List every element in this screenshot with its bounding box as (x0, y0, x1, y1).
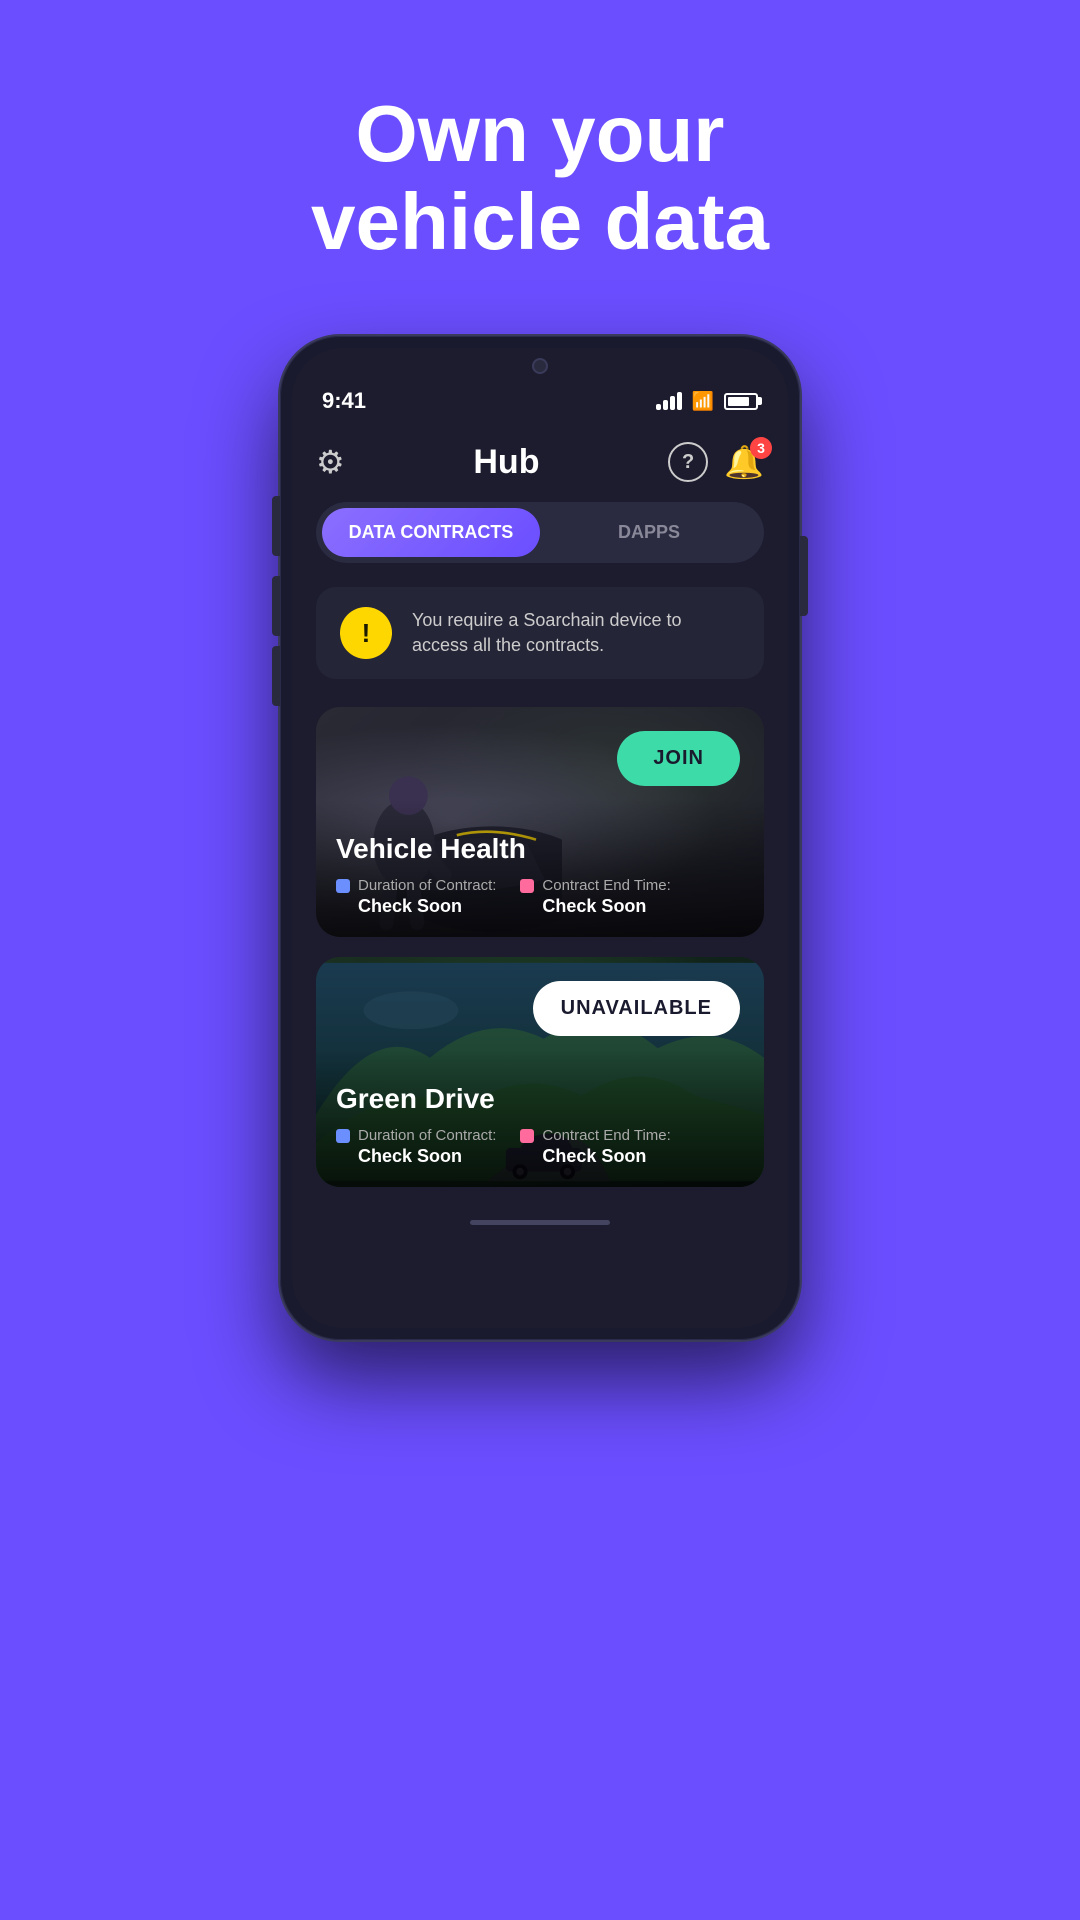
tabs-container: DATA CONTRACTS DAPPS (316, 502, 764, 563)
phone-notch (292, 348, 788, 384)
hero-title: Own your vehicle data (231, 90, 849, 266)
contract-card-vehicle-health: JOIN Vehicle Health Duration of Contract… (316, 707, 764, 937)
card-info-gd: Green Drive Duration of Contract: Check … (316, 1067, 764, 1187)
duration-item: Duration of Contract: Check Soon (336, 877, 496, 917)
contract-card-green-drive: UNAVAILABLE Green Drive Duration of Cont… (316, 957, 764, 1187)
duration-dot (336, 879, 350, 893)
join-button[interactable]: JOIN (617, 731, 740, 786)
wifi-icon: 📶 (692, 391, 714, 412)
status-time: 9:41 (322, 388, 366, 414)
status-icons: 📶 (656, 391, 758, 412)
battery-icon (724, 393, 758, 410)
duration-value: Check Soon (336, 896, 496, 917)
end-time-label-gd: Contract End Time: (542, 1127, 670, 1144)
phone-screen: 9:41 📶 ⚙ Hub (292, 348, 788, 1328)
duration-value-gd: Check Soon (336, 1146, 496, 1167)
home-indicator (292, 1207, 788, 1237)
end-time-item-gd: Contract End Time: Check Soon (520, 1127, 670, 1167)
settings-icon[interactable]: ⚙ (316, 443, 345, 481)
header-right: ? 🔔 3 (668, 442, 764, 482)
warning-banner: ! You require a Soarchain device to acce… (316, 587, 764, 679)
signal-icon (656, 392, 682, 410)
card-meta-gd: Duration of Contract: Check Soon Contrac… (336, 1127, 744, 1167)
app-title: Hub (473, 443, 539, 482)
help-icon[interactable]: ? (668, 442, 708, 482)
phone-mockup: 9:41 📶 ⚙ Hub (280, 336, 800, 1340)
end-time-item: Contract End Time: Check Soon (520, 877, 670, 917)
end-time-dot-gd (520, 1129, 534, 1143)
tab-dapps[interactable]: DAPPS (540, 508, 758, 557)
camera-hole (532, 358, 548, 374)
warning-icon: ! (340, 607, 392, 659)
card-meta: Duration of Contract: Check Soon Contrac… (336, 877, 744, 917)
card-info: Vehicle Health Duration of Contract: Che… (316, 817, 764, 937)
notification-badge: 3 (750, 437, 772, 459)
bell-wrapper[interactable]: 🔔 3 (724, 443, 764, 481)
tab-data-contracts[interactable]: DATA CONTRACTS (322, 508, 540, 557)
unavailable-button[interactable]: UNAVAILABLE (533, 981, 740, 1036)
duration-dot-gd (336, 1129, 350, 1143)
app-header: ⚙ Hub ? 🔔 3 (316, 432, 764, 502)
status-bar: 9:41 📶 (292, 384, 788, 422)
duration-item-gd: Duration of Contract: Check Soon (336, 1127, 496, 1167)
header-left: ⚙ (316, 443, 345, 481)
end-time-value: Check Soon (520, 896, 670, 917)
end-time-label: Contract End Time: (542, 877, 670, 894)
home-bar (470, 1220, 610, 1225)
green-drive-title: Green Drive (336, 1083, 744, 1115)
duration-label: Duration of Contract: (358, 877, 496, 894)
app-content: ⚙ Hub ? 🔔 3 DATA CONTRACTS DAPPS (292, 422, 788, 1187)
duration-label-gd: Duration of Contract: (358, 1127, 496, 1144)
vehicle-health-title: Vehicle Health (336, 833, 744, 865)
warning-text: You require a Soarchain device to access… (412, 608, 740, 658)
end-time-dot (520, 879, 534, 893)
phone-outer: 9:41 📶 ⚙ Hub (280, 336, 800, 1340)
end-time-value-gd: Check Soon (520, 1146, 670, 1167)
